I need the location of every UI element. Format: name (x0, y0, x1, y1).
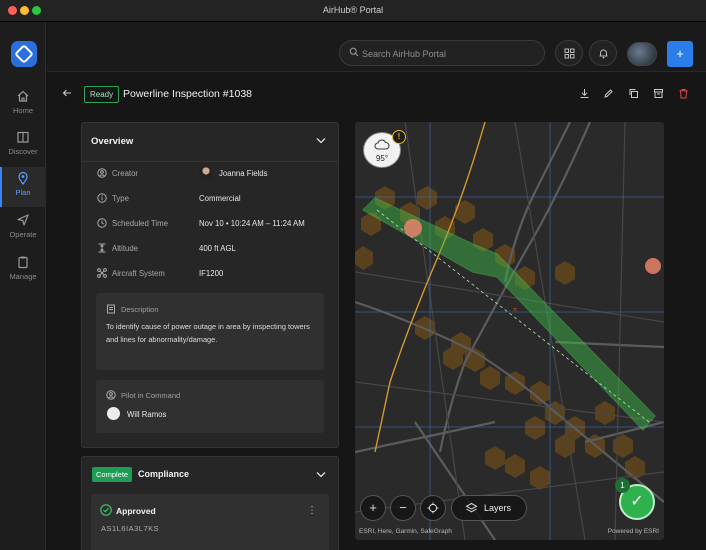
search-bar[interactable] (339, 40, 545, 66)
edit-icon[interactable] (603, 88, 614, 99)
delete-icon[interactable] (678, 88, 689, 99)
window-title: AirHub® Portal (322, 5, 384, 15)
more-options-icon[interactable]: ⋮ (307, 505, 317, 516)
pilot-box: Pilot in Command Will Ramos (96, 380, 324, 433)
altitude-icon (98, 243, 106, 253)
grid-icon (564, 48, 574, 58)
sidebar-item-plan[interactable]: Plan (0, 167, 46, 207)
overview-title: Overview (91, 136, 134, 147)
type-label: Type (112, 194, 129, 203)
creator-avatar (199, 166, 213, 180)
clipboard-icon (18, 256, 28, 269)
top-bar: + (47, 22, 706, 72)
powered-by-esri: Powered by ESRI (607, 528, 659, 535)
back-arrow-icon[interactable] (62, 88, 72, 98)
sidebar: Home Discover Plan Operate Manage (0, 22, 46, 550)
crosshair-icon (427, 502, 439, 514)
notifications-button[interactable] (589, 40, 617, 66)
altitude-label: Altitude (112, 244, 139, 253)
send-icon (17, 214, 29, 226)
svg-text:≈: ≈ (513, 305, 518, 314)
sidebar-item-home[interactable]: Home (0, 85, 46, 125)
search-icon (349, 47, 359, 57)
compliance-card: Complete Compliance Approved ⋮ AS1L6IA3L… (81, 456, 339, 550)
archive-icon[interactable] (653, 88, 664, 99)
sidebar-item-operate[interactable]: Operate (0, 209, 46, 249)
zoom-in-button[interactable]: + (360, 495, 386, 521)
map-attribution: ESRI, Here, Garmin, SafeGraph (359, 528, 452, 535)
info-icon (97, 193, 107, 203)
pilot-avatar (107, 407, 120, 420)
layers-label: Layers (484, 503, 512, 513)
map-canvas: ≈ ≈ (355, 122, 664, 540)
sidebar-item-discover[interactable]: Discover (0, 126, 46, 166)
create-button[interactable]: + (667, 41, 693, 67)
pilot-name: Will Ramos (127, 410, 167, 419)
sidebar-item-label: Plan (15, 188, 31, 197)
approval-title: Approved (116, 506, 156, 516)
pilot-label: Pilot in Command (121, 391, 181, 400)
description-text: To identify cause of power outage in are… (106, 322, 310, 344)
aircraft-system-label: Aircraft System (112, 269, 165, 278)
map-pin-icon (18, 171, 28, 185)
aircraft-system-value: IF1200 (199, 269, 224, 278)
scheduled-time-label: Scheduled Time (112, 219, 168, 228)
confirm-count-badge: 1 (615, 478, 630, 493)
compliance-title: Compliance (138, 469, 190, 479)
scheduled-time-value: Nov 10 • 10:24 AM – 11:24 AM (199, 219, 305, 228)
locate-button[interactable] (420, 495, 446, 521)
layers-icon (465, 502, 478, 513)
sidebar-item-label: Home (12, 106, 33, 115)
app-logo[interactable] (11, 41, 37, 67)
svg-text:≈: ≈ (373, 210, 378, 219)
overview-card: Overview Creator Joanna Fields Type Comm… (81, 122, 339, 448)
sidebar-item-label: Operate (9, 230, 37, 239)
home-icon (17, 90, 29, 102)
approval-item[interactable]: Approved ⋮ AS1L6IA3L7KS (91, 494, 329, 550)
user-circle-icon (97, 168, 107, 178)
chevron-up-icon[interactable] (316, 471, 326, 478)
clock-icon (97, 218, 107, 228)
document-icon (107, 304, 115, 314)
apps-button[interactable] (555, 40, 583, 66)
chevron-up-icon[interactable] (316, 137, 326, 144)
divider (82, 161, 338, 162)
creator-value: Joanna Fields (219, 169, 268, 178)
map-view[interactable]: ≈ ≈ 95° ! + − Layers ESRI, Here, Garmin,… (355, 122, 664, 540)
description-box: Description To identify cause of power o… (96, 293, 324, 370)
copy-icon[interactable] (628, 88, 639, 99)
temperature-text: 95° (375, 154, 389, 163)
drone-icon (97, 268, 107, 278)
type-value: Commercial (199, 194, 241, 203)
description-label: Description (121, 305, 159, 314)
check-circle-icon (100, 504, 112, 516)
download-icon[interactable] (579, 88, 590, 99)
layers-button[interactable]: Layers (451, 495, 527, 521)
cloud-icon (374, 139, 390, 150)
creator-label: Creator (112, 169, 138, 178)
zoom-out-button[interactable]: − (390, 495, 416, 521)
book-icon (17, 131, 29, 143)
page-title: Powerline Inspection #1038 (123, 88, 253, 100)
sidebar-item-label: Discover (8, 147, 38, 156)
sidebar-item-label: Manage (9, 272, 37, 281)
sidebar-item-manage[interactable]: Manage (0, 251, 46, 291)
bell-icon (599, 49, 607, 58)
user-avatar[interactable] (627, 42, 657, 66)
altitude-value: 400 ft AGL (199, 244, 236, 253)
status-badge: Ready (84, 86, 120, 103)
weather-warning-icon[interactable]: ! (392, 130, 406, 144)
compliance-status-badge: Complete (92, 467, 133, 482)
search-input[interactable] (362, 45, 537, 63)
user-circle-icon (106, 390, 116, 400)
approval-code: AS1L6IA3L7KS (101, 524, 160, 533)
window-titlebar: AirHub® Portal (0, 0, 706, 22)
